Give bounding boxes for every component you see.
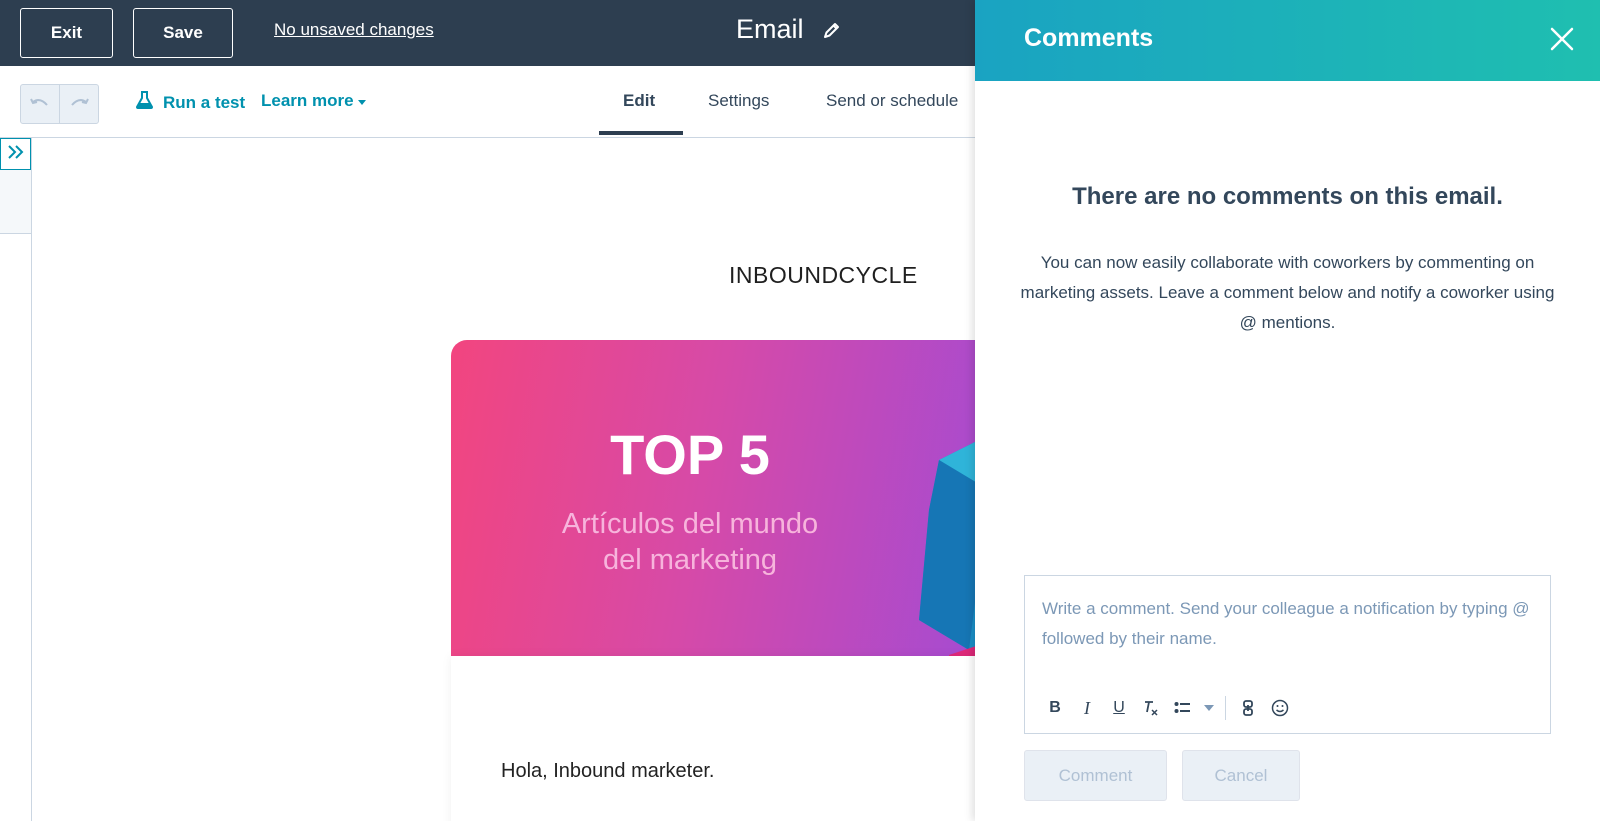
link-icon[interactable] (1232, 694, 1264, 722)
banner-title: TOP 5 (610, 423, 770, 486)
hero-banner[interactable]: TOP 5 Artículos del mundo del marketing (451, 340, 975, 656)
company-logo[interactable]: INBOUNDCYCLE (729, 262, 918, 289)
banner-decorative-shape (919, 442, 975, 656)
comment-input[interactable] (1025, 576, 1550, 676)
clear-format-icon[interactable] (1135, 694, 1167, 722)
empty-state-description: You can now easily collaborate with cowo… (1020, 253, 1555, 332)
tab-edit[interactable]: Edit (623, 91, 655, 111)
save-button[interactable]: Save (133, 8, 233, 58)
page-title: Email (736, 14, 804, 44)
editor-toolbar: Run a test Learn more Edit Settings Send… (0, 66, 975, 138)
banner-subtitle-line-2: del marketing (602, 544, 778, 576)
toolbar-divider (1225, 696, 1226, 720)
save-status-link[interactable]: No unsaved changes (274, 20, 434, 40)
tab-settings[interactable]: Settings (708, 91, 769, 111)
comments-panel-header: Comments (975, 0, 1600, 81)
bold-icon[interactable]: B (1039, 694, 1071, 722)
comments-panel: Comments There are no comments on this e… (975, 0, 1600, 821)
run-test-button[interactable]: Run a test (136, 91, 245, 114)
list-caret-down-icon[interactable] (1199, 694, 1219, 722)
rail-panel (0, 170, 31, 234)
redo-icon[interactable] (60, 85, 99, 123)
email-canvas: INBOUNDCYCLE TOP 5 Artículos del mundo d… (33, 138, 975, 821)
pencil-icon[interactable] (822, 20, 842, 40)
list-icon[interactable] (1167, 694, 1199, 722)
close-icon[interactable] (1547, 24, 1577, 54)
comment-editor: B I U (1024, 575, 1551, 734)
italic-icon[interactable]: I (1071, 694, 1103, 722)
email-body-section[interactable]: Hola, Inbound marketer. (451, 656, 975, 821)
left-rail (0, 138, 32, 821)
tab-send-or-schedule[interactable]: Send or schedule (826, 91, 958, 111)
banner-subtitle: Artículos del mundo del marketing (451, 506, 929, 578)
caret-down-icon (357, 100, 366, 105)
double-chevron-right-icon (7, 144, 25, 165)
banner-subtitle-line-1: Artículos del mundo (561, 508, 819, 540)
email-title-group: Email (736, 14, 842, 45)
underline-icon[interactable]: U (1103, 694, 1135, 722)
comments-panel-title: Comments (1024, 24, 1154, 52)
comment-submit-button[interactable]: Comment (1024, 750, 1167, 801)
undo-icon[interactable] (21, 85, 60, 123)
expand-sidebar-button[interactable] (0, 138, 31, 170)
exit-button[interactable]: Exit (20, 8, 113, 58)
flask-icon (136, 91, 153, 114)
undo-redo-group (20, 84, 99, 124)
comment-cancel-button[interactable]: Cancel (1182, 750, 1300, 801)
active-tab-indicator (599, 131, 683, 135)
comment-format-toolbar: B I U (1039, 694, 1296, 722)
empty-state-title: There are no comments on this email. (1072, 183, 1503, 210)
run-test-label: Run a test (163, 92, 246, 112)
greeting-text: Hola, Inbound marketer. (501, 760, 715, 782)
learn-more-dropdown[interactable]: Learn more (261, 91, 366, 111)
emoji-icon[interactable] (1264, 694, 1296, 722)
learn-more-label: Learn more (261, 91, 354, 110)
